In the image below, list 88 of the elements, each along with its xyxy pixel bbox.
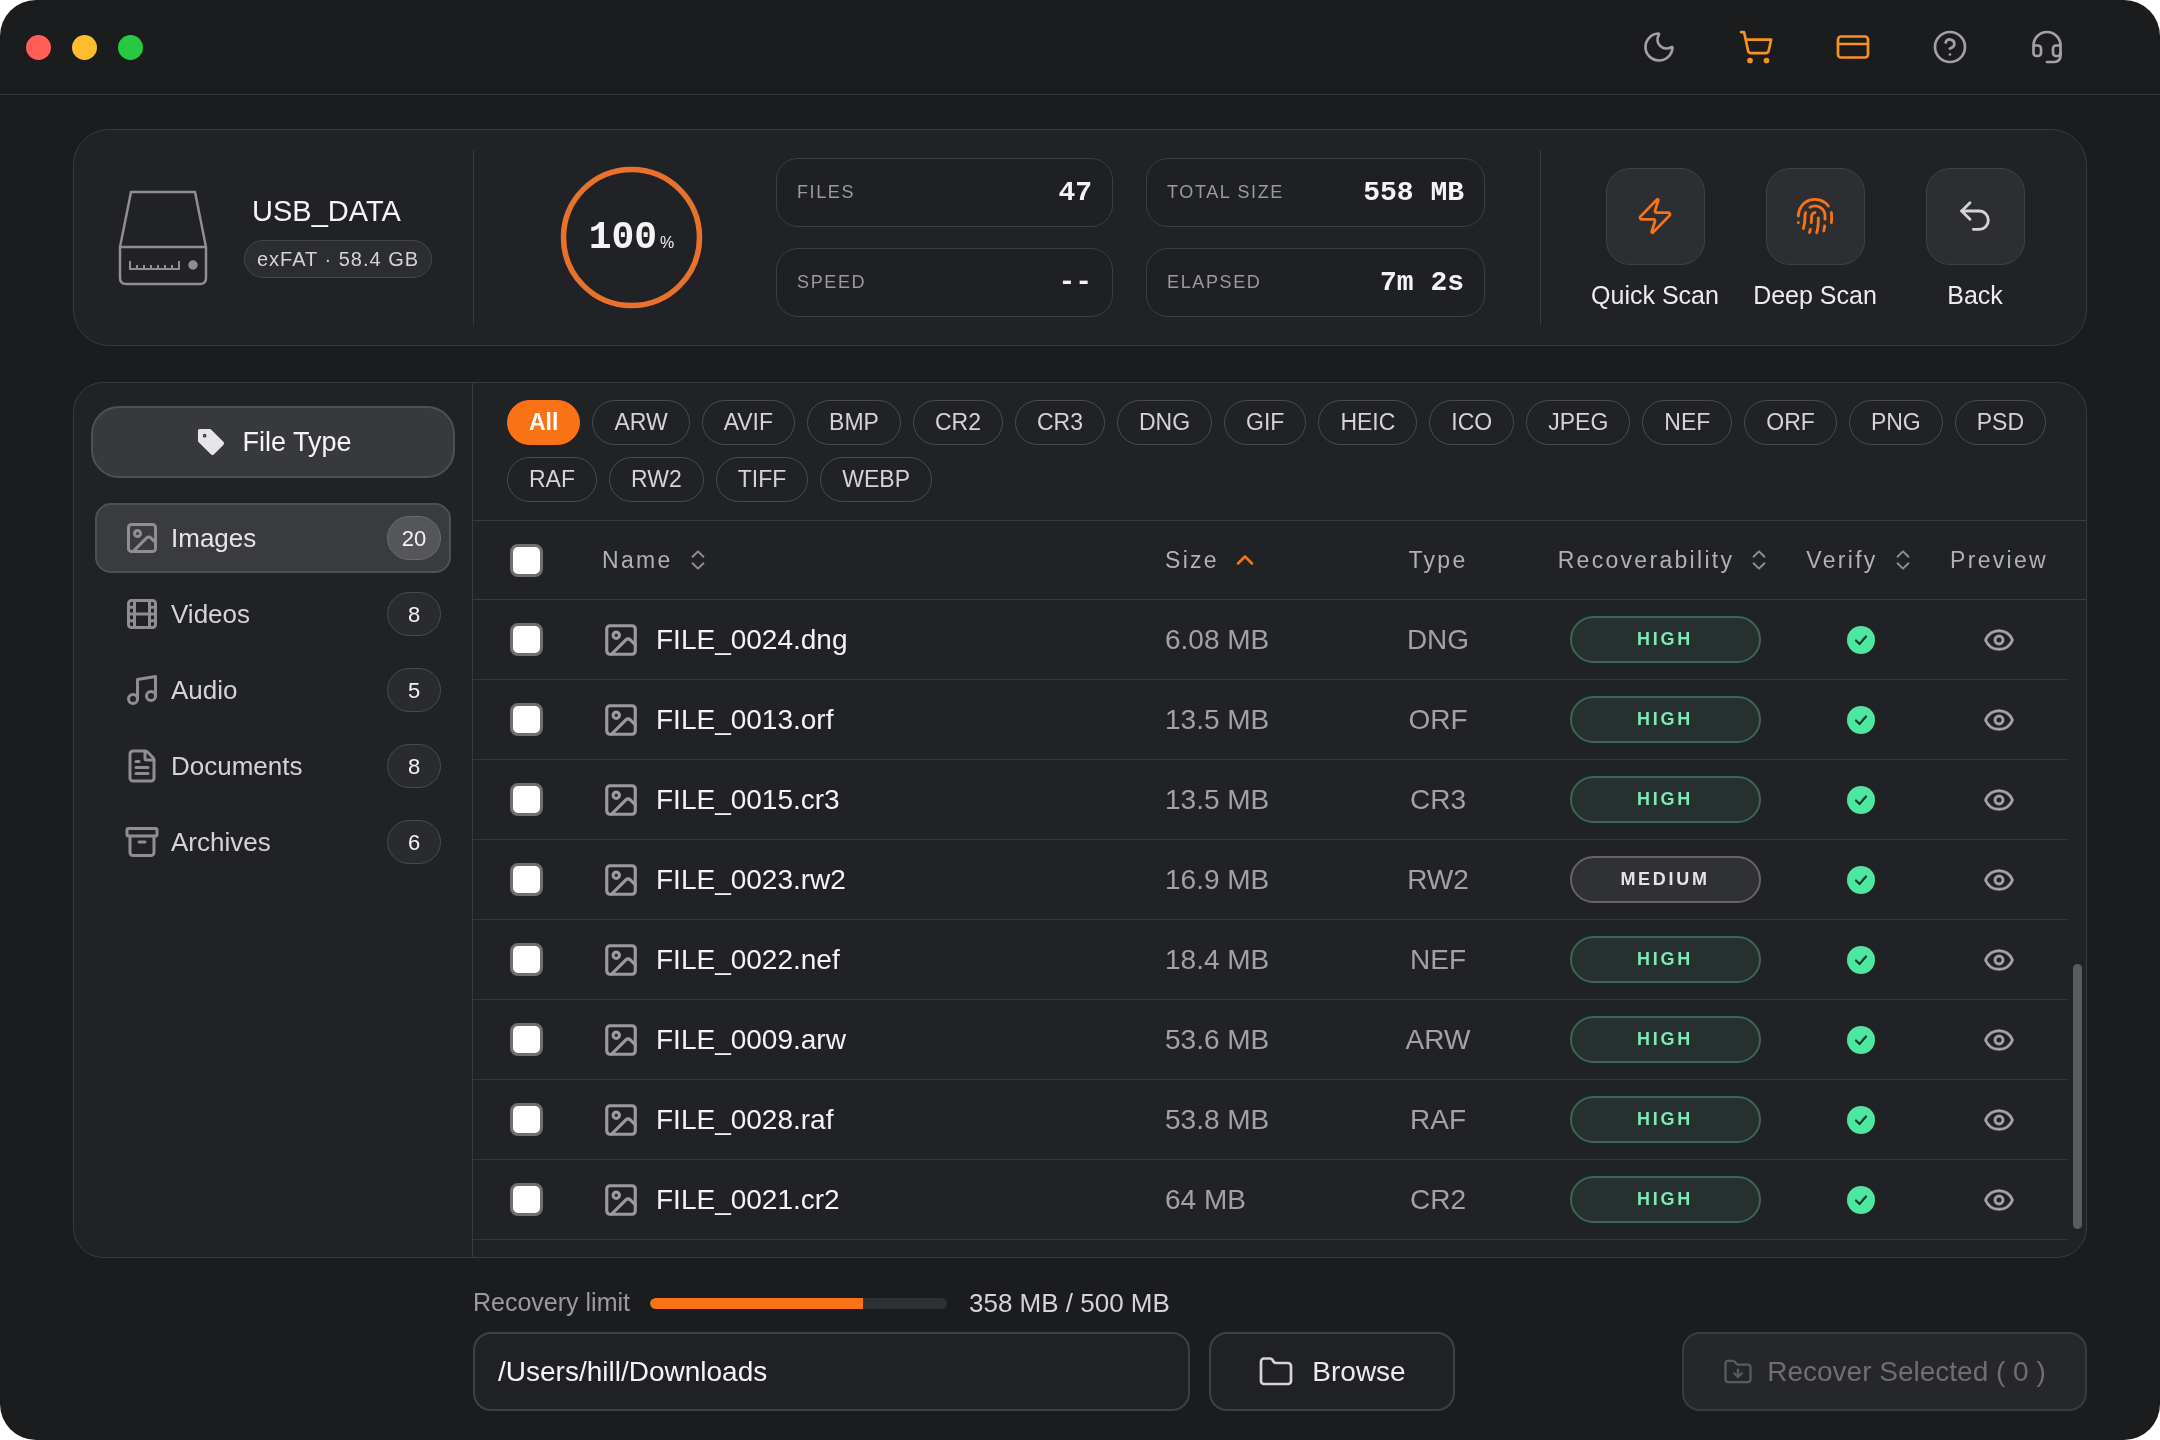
- stat-label: TOTAL SIZE: [1167, 181, 1284, 204]
- file-type: RAF: [1410, 1102, 1466, 1137]
- sidebar-item[interactable]: Documents 8: [95, 731, 451, 801]
- file-size: 53.6 MB: [1165, 1022, 1270, 1057]
- file-type: CR3: [1410, 782, 1466, 817]
- file-type: DNG: [1406, 622, 1470, 657]
- item-count: 6: [387, 820, 441, 864]
- sidebar-item[interactable]: Audio 5: [95, 655, 451, 725]
- recoverability-tag: HIGH: [1569, 1016, 1761, 1063]
- recoverability-tag: HIGH: [1569, 1096, 1761, 1143]
- fingerprint-icon: [1795, 196, 1835, 236]
- browse-button[interactable]: Browse: [1209, 1332, 1455, 1411]
- row-checkbox[interactable]: [510, 863, 543, 896]
- minimize-button[interactable]: [72, 34, 97, 60]
- column-header: Type: [1408, 545, 1468, 575]
- recoverability-tag: HIGH: [1569, 776, 1761, 823]
- stat-value: 7m 2s: [1380, 265, 1464, 300]
- scrollbar-thumb[interactable]: [2072, 964, 2082, 1229]
- drive-icon: [117, 188, 209, 287]
- destination-field[interactable]: /Users/hill/Downloads: [473, 1332, 1190, 1411]
- file-type: ORF: [1408, 702, 1468, 737]
- sidebar-item[interactable]: Videos 8: [95, 579, 451, 649]
- file-type: ARW: [1405, 1022, 1471, 1057]
- file-size: 64 MB: [1165, 1182, 1246, 1217]
- drive-details: exFAT · 58.4 GB: [244, 240, 433, 278]
- file-name: FILE_0013.orf: [656, 702, 834, 737]
- select-all-checkbox[interactable]: [510, 543, 543, 577]
- file-name: FILE_0021.cr2: [656, 1182, 840, 1217]
- file-size: 13.5 MB: [1165, 782, 1270, 817]
- file-name: FILE_0028.raf: [656, 1102, 834, 1137]
- file-size: 6.08 MB: [1165, 622, 1270, 657]
- stat-value: 558 MB: [1363, 175, 1464, 210]
- film-icon: [124, 596, 160, 632]
- stat-value: --: [1058, 265, 1092, 300]
- file-name: FILE_0009.arw: [656, 1022, 846, 1057]
- stat-value: 47: [1058, 175, 1092, 210]
- recovery-limit-label: Recovery limit: [473, 1287, 630, 1319]
- zoom-button[interactable]: [118, 34, 143, 60]
- recoverability-tag: HIGH: [1569, 936, 1761, 983]
- item-count: 8: [387, 744, 441, 788]
- sidebar-item[interactable]: Images 20: [95, 503, 451, 573]
- filter-chip[interactable]: TIFF: [715, 457, 809, 502]
- file-name: FILE_0022.nef: [656, 942, 840, 977]
- row-checkbox[interactable]: [510, 1183, 543, 1216]
- column-header[interactable]: Name: [602, 542, 711, 578]
- file-size: 13.5 MB: [1165, 702, 1270, 737]
- file-type: NEF: [1410, 942, 1466, 977]
- recoverability-tag: MEDIUM: [1569, 856, 1761, 903]
- file-name: FILE_0023.rw2: [656, 862, 846, 897]
- file-type: RW2: [1407, 862, 1469, 897]
- row-checkbox[interactable]: [510, 783, 543, 816]
- file-name: FILE_0024.dng: [656, 622, 848, 657]
- column-header: Preview: [1950, 545, 2048, 575]
- stat-label: SPEED: [797, 271, 867, 294]
- recoverability-tag: HIGH: [1569, 616, 1761, 663]
- cart-icon[interactable]: [1738, 29, 1774, 65]
- column-header[interactable]: Verify: [1806, 542, 1916, 578]
- drive-name: USB_DATA: [251, 197, 401, 226]
- file-type: CR2: [1410, 1182, 1466, 1217]
- file-size: 16.9 MB: [1165, 862, 1270, 897]
- row-checkbox[interactable]: [510, 1103, 543, 1136]
- row-checkbox[interactable]: [510, 1023, 543, 1056]
- recoverability-tag: HIGH: [1569, 1176, 1761, 1223]
- file-name: FILE_0015.cr3: [656, 782, 840, 817]
- item-count: 5: [387, 668, 441, 712]
- row-checkbox[interactable]: [510, 943, 543, 976]
- music-note-icon: [124, 672, 160, 708]
- item-count: 20: [387, 516, 441, 560]
- image-icon: [124, 520, 160, 556]
- sidebar-item[interactable]: Archives 6: [95, 807, 451, 877]
- stat-label: ELAPSED: [1167, 271, 1262, 294]
- progress-percentage: 100%: [588, 218, 675, 257]
- moon-icon[interactable]: [1641, 29, 1677, 65]
- archive-box-icon: [124, 824, 160, 860]
- headset-icon[interactable]: [2029, 29, 2065, 65]
- column-header[interactable]: Recoverability: [1557, 542, 1773, 578]
- recoverability-tag: HIGH: [1569, 696, 1761, 743]
- file-size: 53.8 MB: [1165, 1102, 1270, 1137]
- column-header[interactable]: Size: [1165, 542, 1259, 578]
- file-type-button[interactable]: File Type: [91, 406, 455, 478]
- item-count: 8: [387, 592, 441, 636]
- file-size: 18.4 MB: [1165, 942, 1270, 977]
- close-button[interactable]: [26, 34, 51, 60]
- recovery-limit-reading: 358 MB / 500 MB: [969, 1286, 1170, 1320]
- stat-label: FILES: [797, 181, 856, 204]
- help-icon[interactable]: [1932, 29, 1968, 65]
- row-checkbox[interactable]: [510, 703, 543, 736]
- row-checkbox[interactable]: [510, 623, 543, 656]
